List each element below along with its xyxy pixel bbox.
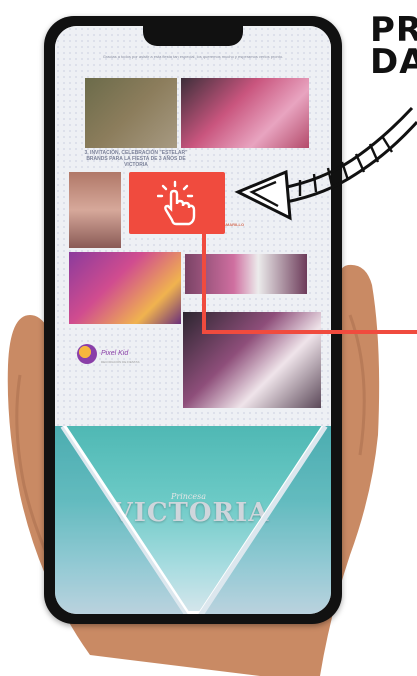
arrow-icon xyxy=(234,106,417,221)
intro-text: Gracias a todos por asistir a esta fiest… xyxy=(102,54,284,59)
party-photo-3 xyxy=(69,172,121,248)
phone-notch xyxy=(143,26,243,46)
video-preview[interactable]: Princesa VICTORIA xyxy=(55,426,331,614)
logo-subtext: DECORACIÓN DE FIESTAS xyxy=(101,360,140,364)
heading-line-2: DA xyxy=(370,42,417,82)
pointer-tap-icon xyxy=(157,180,196,226)
connector-line-vertical xyxy=(202,226,206,334)
party-photo-4 xyxy=(69,252,181,324)
page-heading: PR DA xyxy=(370,13,417,82)
section-heading: 3. INVITACIÓN, CELEBRACIÓN "ESTELAR" BRA… xyxy=(84,150,188,168)
tap-button[interactable] xyxy=(129,172,225,234)
party-photo-1 xyxy=(85,78,177,148)
brand-logo xyxy=(77,344,97,364)
logo-text: Pixel Kid xyxy=(101,350,129,357)
web-page: Gracias a todos por asistir a esta fiest… xyxy=(55,26,331,426)
connector-line-horizontal xyxy=(202,330,417,334)
play-triangle-icon xyxy=(55,426,331,614)
